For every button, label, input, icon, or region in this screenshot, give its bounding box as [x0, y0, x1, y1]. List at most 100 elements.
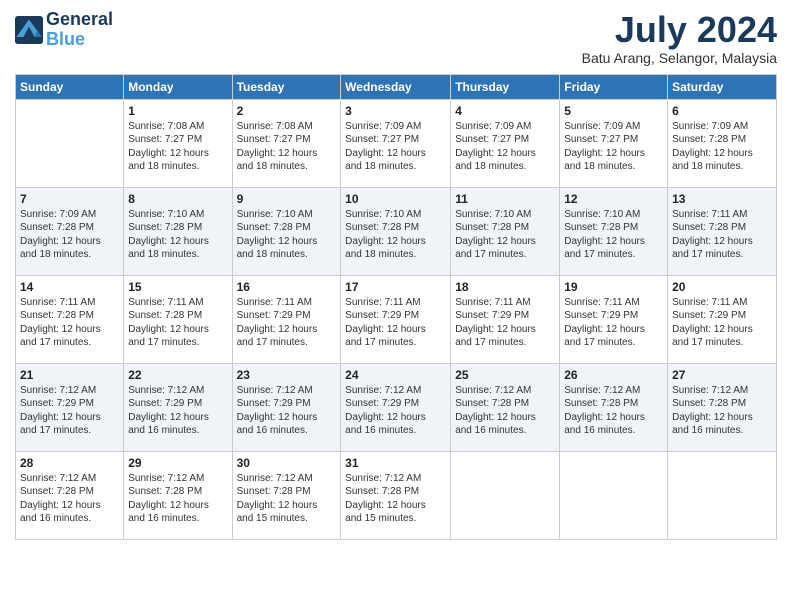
title-block: July 2024 Batu Arang, Selangor, Malaysia [582, 10, 777, 66]
day-info: Sunrise: 7:10 AM Sunset: 7:28 PM Dayligh… [345, 208, 446, 262]
cell-w5-d2: 29 Sunrise: 7:12 AM Sunset: 7:28 PM Dayli… [124, 451, 232, 539]
day-number: 21 [20, 368, 119, 382]
logo-line1: General [46, 10, 113, 30]
day-info: Sunrise: 7:12 AM Sunset: 7:28 PM Dayligh… [564, 384, 663, 438]
day-number: 12 [564, 192, 663, 206]
cell-w3-d4: 17Sunrise: 7:11 AM Sunset: 7:29 PM Dayli… [341, 275, 451, 363]
cell-w3-d1: 14 Sunrise: 7:11 AM Sunset: 7:28 PM Dayli… [16, 275, 124, 363]
page: General Blue July 2024 Batu Arang, Selan… [0, 0, 792, 612]
day-number: 16 [237, 280, 337, 294]
day-number: 14 [20, 280, 119, 294]
day-info: Sunrise: 7:12 AM Sunset: 7:29 PM Dayligh… [20, 384, 119, 438]
day-number: 20 [672, 280, 772, 294]
cell-w2-d1: 7 Sunrise: 7:09 AM Sunset: 7:28 PM Daylig… [16, 187, 124, 275]
cell-w2-d7: 13Sunrise: 7:11 AM Sunset: 7:28 PM Dayli… [668, 187, 777, 275]
day-number: 15 [128, 280, 227, 294]
day-number: 18 [455, 280, 555, 294]
location: Batu Arang, Selangor, Malaysia [582, 50, 777, 66]
cell-w5-d6 [560, 451, 668, 539]
week-row-2: 7 Sunrise: 7:09 AM Sunset: 7:28 PM Daylig… [16, 187, 777, 275]
logo-icon [15, 16, 43, 44]
day-number: 3 [345, 104, 446, 118]
cell-w1-d6: 5 Sunrise: 7:09 AM Sunset: 7:27 PM Daylig… [560, 99, 668, 187]
day-info: Sunrise: 7:11 AM Sunset: 7:29 PM Dayligh… [237, 296, 337, 350]
cell-w4-d3: 23Sunrise: 7:12 AM Sunset: 7:29 PM Dayli… [232, 363, 341, 451]
day-info: Sunrise: 7:12 AM Sunset: 7:28 PM Dayligh… [237, 472, 337, 526]
cell-w1-d1 [16, 99, 124, 187]
day-info: Sunrise: 7:10 AM Sunset: 7:28 PM Dayligh… [237, 208, 337, 262]
logo-text: General Blue [46, 10, 113, 50]
col-saturday: Saturday [668, 74, 777, 99]
day-info: Sunrise: 7:11 AM Sunset: 7:28 PM Dayligh… [20, 296, 119, 350]
day-number: 7 [20, 192, 119, 206]
logo-line2: Blue [46, 29, 85, 49]
day-number: 19 [564, 280, 663, 294]
day-info: Sunrise: 7:12 AM Sunset: 7:28 PM Dayligh… [20, 472, 119, 526]
cell-w2-d2: 8 Sunrise: 7:10 AM Sunset: 7:28 PM Daylig… [124, 187, 232, 275]
cell-w3-d2: 15 Sunrise: 7:11 AM Sunset: 7:28 PM Dayli… [124, 275, 232, 363]
day-info: Sunrise: 7:12 AM Sunset: 7:28 PM Dayligh… [672, 384, 772, 438]
day-number: 25 [455, 368, 555, 382]
day-number: 1 [128, 104, 227, 118]
day-info: Sunrise: 7:09 AM Sunset: 7:27 PM Dayligh… [455, 120, 555, 174]
day-number: 4 [455, 104, 555, 118]
week-row-3: 14 Sunrise: 7:11 AM Sunset: 7:28 PM Dayli… [16, 275, 777, 363]
day-info: Sunrise: 7:10 AM Sunset: 7:28 PM Dayligh… [564, 208, 663, 262]
cell-w3-d5: 18 Sunrise: 7:11 AM Sunset: 7:29 PM Dayli… [451, 275, 560, 363]
day-info: Sunrise: 7:11 AM Sunset: 7:28 PM Dayligh… [128, 296, 227, 350]
col-thursday: Thursday [451, 74, 560, 99]
day-info: Sunrise: 7:09 AM Sunset: 7:28 PM Dayligh… [672, 120, 772, 174]
col-tuesday: Tuesday [232, 74, 341, 99]
cell-w2-d3: 9 Sunrise: 7:10 AM Sunset: 7:28 PM Daylig… [232, 187, 341, 275]
cell-w1-d3: 2 Sunrise: 7:08 AM Sunset: 7:27 PM Daylig… [232, 99, 341, 187]
day-info: Sunrise: 7:10 AM Sunset: 7:28 PM Dayligh… [128, 208, 227, 262]
day-number: 9 [237, 192, 337, 206]
day-info: Sunrise: 7:12 AM Sunset: 7:29 PM Dayligh… [345, 384, 446, 438]
cell-w5-d4: 31Sunrise: 7:12 AM Sunset: 7:28 PM Dayli… [341, 451, 451, 539]
day-info: Sunrise: 7:11 AM Sunset: 7:29 PM Dayligh… [455, 296, 555, 350]
day-info: Sunrise: 7:09 AM Sunset: 7:27 PM Dayligh… [564, 120, 663, 174]
day-info: Sunrise: 7:12 AM Sunset: 7:28 PM Dayligh… [345, 472, 446, 526]
day-number: 30 [237, 456, 337, 470]
cell-w1-d5: 4 Sunrise: 7:09 AM Sunset: 7:27 PM Daylig… [451, 99, 560, 187]
day-info: Sunrise: 7:08 AM Sunset: 7:27 PM Dayligh… [237, 120, 337, 174]
day-number: 2 [237, 104, 337, 118]
cell-w3-d7: 20Sunrise: 7:11 AM Sunset: 7:29 PM Dayli… [668, 275, 777, 363]
col-monday: Monday [124, 74, 232, 99]
cell-w4-d7: 27 Sunrise: 7:12 AM Sunset: 7:28 PM Dayli… [668, 363, 777, 451]
day-number: 22 [128, 368, 227, 382]
day-number: 28 [20, 456, 119, 470]
day-info: Sunrise: 7:08 AM Sunset: 7:27 PM Dayligh… [128, 120, 227, 174]
cell-w5-d3: 30 Sunrise: 7:12 AM Sunset: 7:28 PM Dayli… [232, 451, 341, 539]
cell-w4-d4: 24Sunrise: 7:12 AM Sunset: 7:29 PM Dayli… [341, 363, 451, 451]
day-info: Sunrise: 7:12 AM Sunset: 7:28 PM Dayligh… [455, 384, 555, 438]
cell-w4-d1: 21 Sunrise: 7:12 AM Sunset: 7:29 PM Dayli… [16, 363, 124, 451]
cell-w3-d3: 16 Sunrise: 7:11 AM Sunset: 7:29 PM Dayli… [232, 275, 341, 363]
cell-w3-d6: 19 Sunrise: 7:11 AM Sunset: 7:29 PM Dayli… [560, 275, 668, 363]
week-row-4: 21 Sunrise: 7:12 AM Sunset: 7:29 PM Dayli… [16, 363, 777, 451]
day-number: 5 [564, 104, 663, 118]
logo: General Blue [15, 10, 113, 50]
cell-w1-d4: 3Sunrise: 7:09 AM Sunset: 7:27 PM Daylig… [341, 99, 451, 187]
cell-w2-d6: 12 Sunrise: 7:10 AM Sunset: 7:28 PM Dayli… [560, 187, 668, 275]
day-info: Sunrise: 7:11 AM Sunset: 7:28 PM Dayligh… [672, 208, 772, 262]
day-info: Sunrise: 7:11 AM Sunset: 7:29 PM Dayligh… [564, 296, 663, 350]
day-info: Sunrise: 7:11 AM Sunset: 7:29 PM Dayligh… [345, 296, 446, 350]
cell-w2-d4: 10Sunrise: 7:10 AM Sunset: 7:28 PM Dayli… [341, 187, 451, 275]
col-wednesday: Wednesday [341, 74, 451, 99]
day-number: 6 [672, 104, 772, 118]
day-info: Sunrise: 7:12 AM Sunset: 7:29 PM Dayligh… [128, 384, 227, 438]
cell-w5-d7 [668, 451, 777, 539]
day-info: Sunrise: 7:12 AM Sunset: 7:29 PM Dayligh… [237, 384, 337, 438]
day-number: 27 [672, 368, 772, 382]
col-friday: Friday [560, 74, 668, 99]
day-number: 26 [564, 368, 663, 382]
day-number: 8 [128, 192, 227, 206]
calendar-table: Sunday Monday Tuesday Wednesday Thursday… [15, 74, 777, 540]
day-info: Sunrise: 7:09 AM Sunset: 7:28 PM Dayligh… [20, 208, 119, 262]
day-number: 11 [455, 192, 555, 206]
day-info: Sunrise: 7:12 AM Sunset: 7:28 PM Dayligh… [128, 472, 227, 526]
day-info: Sunrise: 7:10 AM Sunset: 7:28 PM Dayligh… [455, 208, 555, 262]
cell-w1-d2: 1 Sunrise: 7:08 AM Sunset: 7:27 PM Daylig… [124, 99, 232, 187]
day-number: 29 [128, 456, 227, 470]
